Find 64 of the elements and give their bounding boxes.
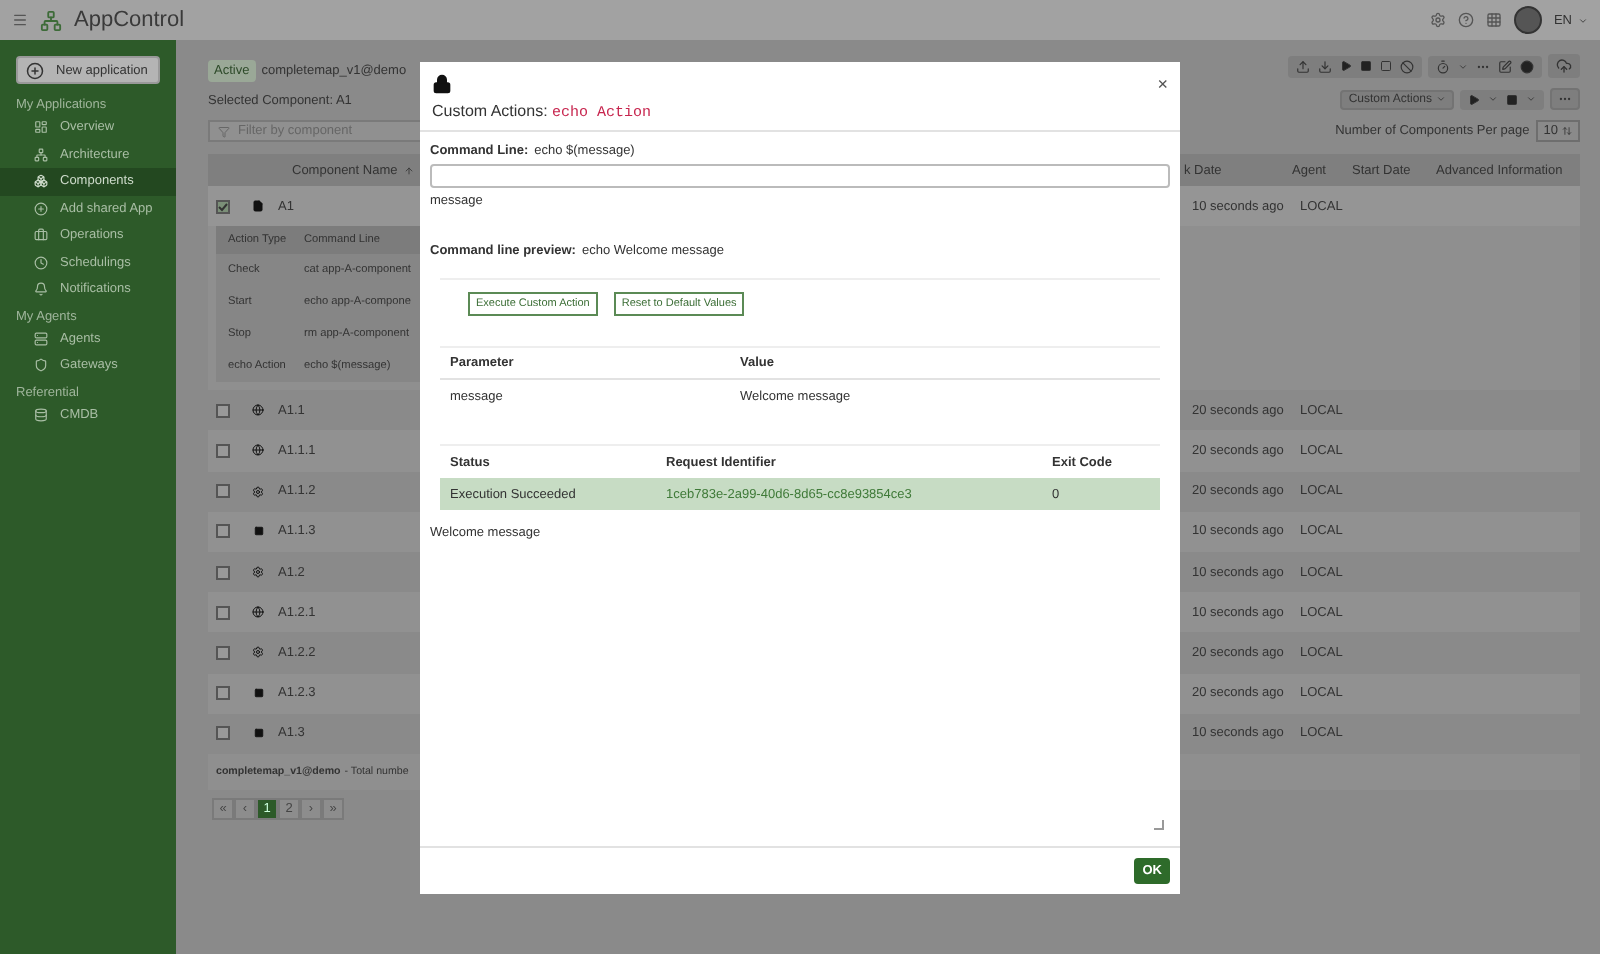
cloud-icon[interactable] <box>1556 58 1572 74</box>
caret-icon[interactable] <box>1488 94 1498 104</box>
caret-icon[interactable] <box>1458 61 1468 71</box>
file-icon <box>252 200 264 213</box>
boxes-icon <box>34 174 48 189</box>
row-checkbox[interactable] <box>216 443 230 458</box>
ban-icon[interactable] <box>1400 59 1414 73</box>
upload-icon[interactable] <box>1296 59 1310 73</box>
bell-icon <box>34 282 48 297</box>
dashboard-icon <box>34 120 48 135</box>
sort-icon[interactable] <box>403 165 414 175</box>
row-checkbox[interactable] <box>216 403 230 418</box>
help-icon[interactable] <box>1457 12 1474 28</box>
clock-icon <box>34 255 48 270</box>
database-icon <box>34 407 48 422</box>
app-name: AppControl <box>74 8 185 32</box>
row-checkbox[interactable] <box>216 605 230 620</box>
message-field[interactable] <box>430 164 1170 188</box>
caret-icon[interactable] <box>1526 94 1536 104</box>
row-checkbox[interactable] <box>216 726 230 741</box>
filter-icon <box>218 125 230 137</box>
settings-icon[interactable] <box>1429 12 1446 28</box>
caret-icon[interactable] <box>1578 15 1588 25</box>
caret-icon <box>1436 94 1446 104</box>
stop-icon[interactable] <box>1360 60 1372 72</box>
square-icon[interactable] <box>1380 60 1392 72</box>
briefcase-icon <box>34 228 48 243</box>
globe-icon <box>252 606 264 619</box>
gear-icon <box>252 646 264 659</box>
circle-icon[interactable] <box>1520 59 1534 73</box>
server-icon <box>34 331 48 346</box>
close-button[interactable]: × <box>1157 74 1168 94</box>
network-icon <box>34 147 48 162</box>
play-icon[interactable] <box>1340 60 1352 72</box>
globe-icon <box>252 404 264 417</box>
globe-icon <box>252 444 264 457</box>
edit-icon[interactable] <box>1498 59 1512 73</box>
stop-icon[interactable] <box>1506 93 1518 105</box>
timer-icon[interactable] <box>1436 59 1450 73</box>
logo-icon <box>40 9 62 31</box>
resize-handle[interactable] <box>1154 820 1164 830</box>
dialog-title: Custom Actions: <box>432 102 548 120</box>
play-icon[interactable] <box>1468 93 1480 105</box>
download-icon[interactable] <box>1318 59 1332 73</box>
shield-icon <box>34 358 48 373</box>
row-checkbox[interactable] <box>216 484 230 499</box>
row-checkbox[interactable] <box>216 524 230 539</box>
lock-icon <box>432 74 452 94</box>
grid-icon[interactable] <box>1485 12 1502 28</box>
row-checkbox[interactable] <box>216 686 230 701</box>
avatar[interactable] <box>1513 6 1542 34</box>
gear-icon <box>252 566 264 579</box>
menu-icon[interactable] <box>12 12 28 28</box>
plus-circle-icon <box>26 61 44 79</box>
square-icon <box>253 526 263 537</box>
square-icon <box>253 688 263 699</box>
row-checkbox[interactable] <box>216 645 230 660</box>
sort-arrows-icon <box>1562 126 1572 136</box>
gear-icon <box>252 485 264 498</box>
square-icon <box>253 728 263 739</box>
row-checkbox[interactable] <box>216 199 230 214</box>
more-icon <box>1558 92 1572 106</box>
row-checkbox[interactable] <box>216 565 230 580</box>
plus-circle-icon <box>34 201 48 216</box>
